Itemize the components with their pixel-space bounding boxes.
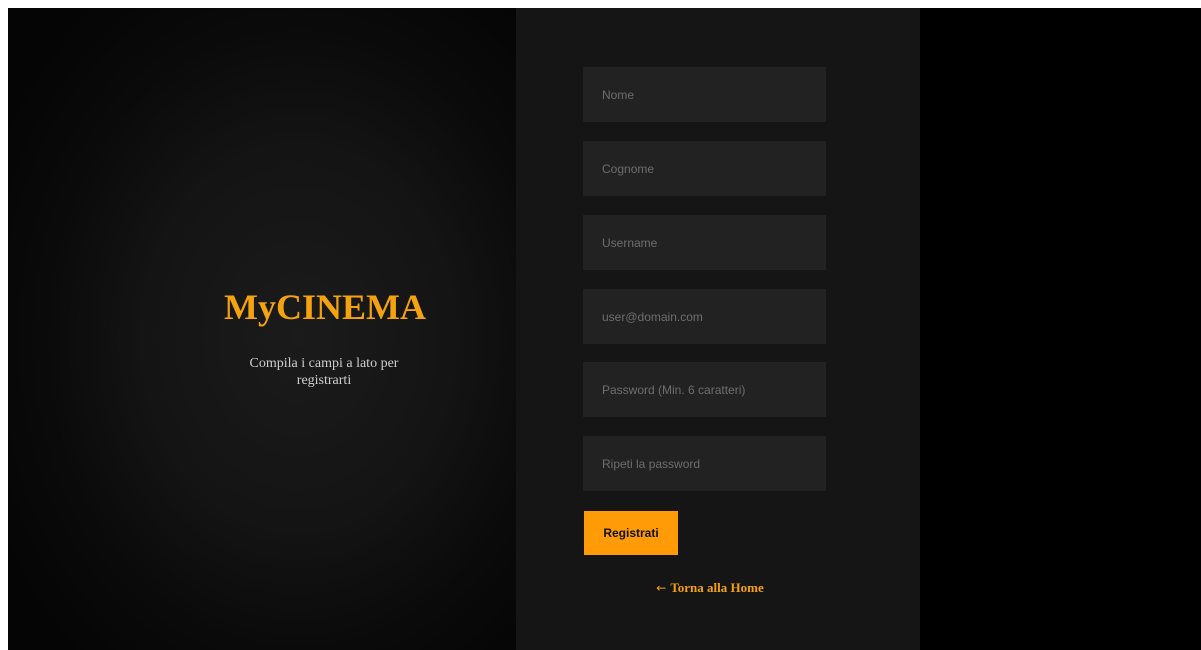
first-name-input[interactable] (583, 67, 826, 122)
back-to-home-link[interactable]: ← Torna alla Home (640, 580, 780, 596)
repeat-password-input[interactable] (583, 436, 826, 491)
last-name-input[interactable] (583, 141, 826, 196)
brand-panel (8, 8, 516, 650)
back-to-home-label: Torna alla Home (670, 580, 764, 595)
brand-title: MyCINEMA (224, 287, 426, 327)
register-button[interactable]: Registrati (584, 511, 678, 555)
username-input[interactable] (583, 215, 826, 270)
brand-subtitle: Compila i campi a lato per registrarti (249, 356, 399, 388)
password-input[interactable] (583, 362, 826, 417)
arrow-left-icon: ← (656, 581, 667, 595)
email-input[interactable] (583, 289, 826, 344)
